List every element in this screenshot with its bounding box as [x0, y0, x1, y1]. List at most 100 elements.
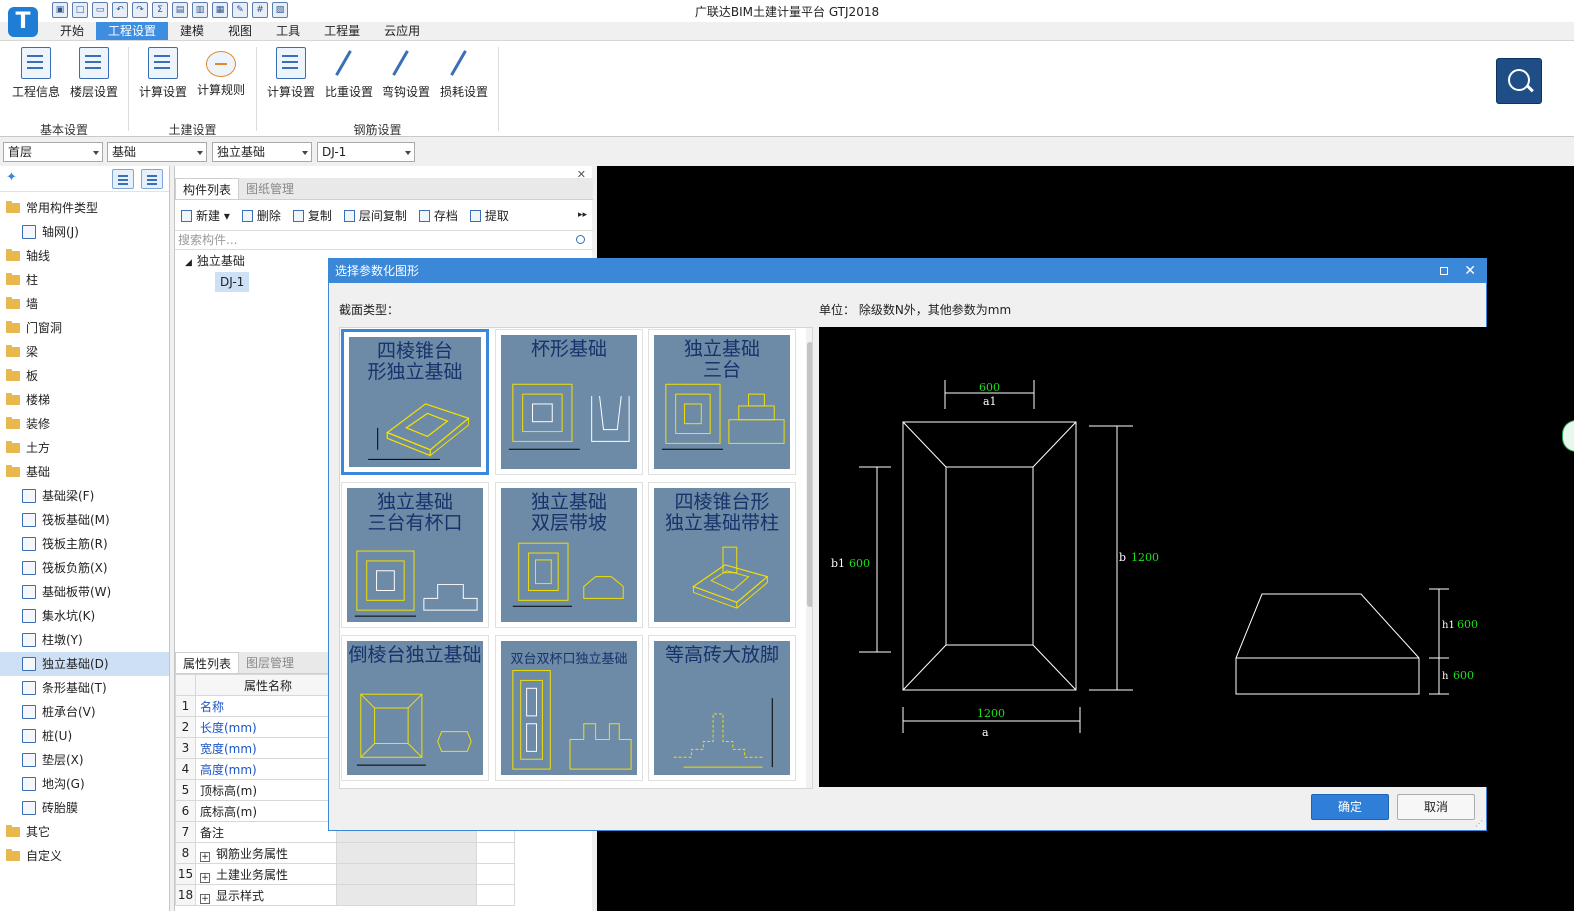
tree-view-button[interactable] [141, 169, 163, 189]
tree-item[interactable]: 筏板负筋(X) [0, 556, 169, 580]
floor-select[interactable]: 首层 [3, 142, 103, 162]
shape-tile[interactable]: 倒棱台独立基础 [341, 635, 489, 781]
scrollbar-thumb[interactable] [807, 342, 812, 607]
tree-item[interactable]: 桩(U) [0, 724, 169, 748]
property-value[interactable] [336, 842, 477, 864]
ok-button[interactable]: 确定 [1311, 794, 1389, 820]
expand-icon[interactable]: + [200, 893, 210, 904]
more-icon[interactable]: ▸▸ [578, 210, 587, 220]
property-row[interactable]: 8 + 钢筋业务属性 [175, 842, 515, 864]
tree-item[interactable]: 筏板基础(M) [0, 508, 169, 532]
calc-rules-button[interactable]: 计算规则 [193, 47, 249, 98]
expand-icon[interactable]: + [200, 851, 210, 862]
app-logo[interactable]: T [8, 7, 38, 37]
property-extra[interactable] [476, 842, 515, 864]
tab-drawing-management[interactable]: 图纸管理 [239, 178, 301, 199]
shape-tile[interactable]: 独立基础 三台 [648, 329, 796, 475]
category-select[interactable]: 基础 [107, 142, 207, 162]
property-value[interactable] [336, 884, 477, 906]
collapse-icon[interactable]: ◢ [185, 258, 192, 268]
shape-tile[interactable]: 等高砖大放脚 [648, 635, 796, 781]
tree-folder[interactable]: 轴线 [0, 244, 169, 268]
hook-settings-button[interactable]: 弯钩设置 [378, 47, 434, 100]
tree-folder[interactable]: 基础 [0, 460, 169, 484]
shape-thumbnail: 独立基础 三台 [654, 335, 790, 469]
tree-folder[interactable]: 其它 [0, 820, 169, 844]
tree-folder[interactable]: 墙 [0, 292, 169, 316]
pin-icon[interactable]: ✦ [6, 170, 17, 185]
tab-layer-management[interactable]: 图层管理 [239, 652, 301, 673]
tree-item[interactable]: 地沟(G) [0, 772, 169, 796]
shape-tile[interactable]: 独立基础 三台有杯口 [341, 482, 489, 628]
loss-settings-button[interactable]: 损耗设置 [436, 47, 492, 100]
tree-item[interactable]: 基础板带(W) [0, 580, 169, 604]
tab-modeling[interactable]: 建模 [168, 22, 216, 40]
floor-settings-button[interactable]: 楼层设置 [66, 47, 122, 100]
copy-button[interactable]: 复制 [292, 207, 332, 224]
property-row[interactable]: 15 + 土建业务属性 [175, 863, 515, 885]
tree-folder[interactable]: 柱 [0, 268, 169, 292]
property-name-header: 属性名称 [195, 674, 337, 696]
property-name: 宽度(mm) [195, 737, 337, 759]
tree-folder[interactable]: 常用构件类型 [0, 196, 169, 220]
shape-tile[interactable]: 双台双杯口独立基础 [495, 635, 643, 781]
shape-tile[interactable]: 独立基础 双层带坡 [495, 482, 643, 628]
tab-quantities[interactable]: 工程量 [312, 22, 372, 40]
component-search-input[interactable]: 搜索构件... [175, 230, 593, 250]
tab-start[interactable]: 开始 [48, 22, 96, 40]
tab-project-settings[interactable]: 工程设置 [96, 22, 169, 40]
tree-folder[interactable]: 门窗洞 [0, 316, 169, 340]
tree-folder[interactable]: 楼梯 [0, 388, 169, 412]
tree-item[interactable]: 集水坑(K) [0, 604, 169, 628]
tab-component-list[interactable]: 构件列表 [175, 178, 240, 199]
gallery-scrollbar[interactable] [806, 328, 812, 788]
tree-item[interactable]: 条形基础(T) [0, 676, 169, 700]
tree-folder[interactable]: 土方 [0, 436, 169, 460]
tree-item[interactable]: 基础梁(F) [0, 484, 169, 508]
tab-property-list[interactable]: 属性列表 [175, 652, 240, 673]
tree-folder[interactable]: 自定义 [0, 844, 169, 868]
archive-button[interactable]: 存档 [418, 207, 458, 224]
component-select[interactable]: DJ-1 [317, 142, 415, 162]
tree-item-label: 筏板基础(M) [42, 513, 110, 527]
tree-item[interactable]: 柱墩(Y) [0, 628, 169, 652]
cancel-button[interactable]: 取消 [1397, 794, 1475, 820]
resize-grip-icon[interactable]: ⋰ [1475, 819, 1483, 828]
maximize-icon[interactable] [1440, 267, 1448, 275]
tree-folder[interactable]: 装修 [0, 412, 169, 436]
extract-button[interactable]: 提取 [469, 207, 509, 224]
shape-tile[interactable]: 杯形基础 [495, 329, 643, 475]
property-extra[interactable] [476, 884, 515, 906]
property-extra[interactable] [476, 863, 515, 885]
tree-folder[interactable]: 板 [0, 364, 169, 388]
tab-view[interactable]: 视图 [216, 22, 264, 40]
delete-button[interactable]: 删除 [241, 207, 281, 224]
tab-cloud[interactable]: 云应用 [372, 22, 432, 40]
tree-item[interactable]: 独立基础(D) [0, 652, 169, 676]
tree-item-label: 地沟(G) [42, 777, 85, 791]
civil-calc-settings-button[interactable]: 计算设置 [135, 47, 191, 100]
type-select[interactable]: 独立基础 [212, 142, 312, 162]
tree-folder[interactable]: 梁 [0, 340, 169, 364]
tree-item[interactable]: 轴网(J) [0, 220, 169, 244]
property-value[interactable] [336, 863, 477, 885]
tree-item[interactable]: 垫层(X) [0, 748, 169, 772]
expand-icon[interactable]: + [200, 872, 210, 883]
project-info-button[interactable]: 工程信息 [8, 47, 64, 100]
tab-tools[interactable]: 工具 [264, 22, 312, 40]
property-row[interactable]: 18 + 显示样式 [175, 884, 515, 906]
shape-tile[interactable]: 四棱锥台形 独立基础带柱 [648, 482, 796, 628]
component-tree-leaf[interactable]: DJ-1 [215, 272, 250, 292]
component-tree-root[interactable]: ◢ 独立基础 [185, 252, 245, 269]
density-settings-button[interactable]: 比重设置 [321, 47, 377, 100]
list-view-button[interactable] [112, 169, 134, 189]
tree-item[interactable]: 桩承台(V) [0, 700, 169, 724]
copy-between-floors-button[interactable]: 层间复制 [343, 207, 407, 224]
rebar-calc-settings-button[interactable]: 计算设置 [263, 47, 319, 100]
tree-item[interactable]: 筏板主筋(R) [0, 532, 169, 556]
tree-item[interactable]: 砖胎膜 [0, 796, 169, 820]
shape-tile[interactable]: 四棱锥台 形独立基础 [341, 329, 489, 475]
search-button[interactable] [1496, 58, 1542, 104]
new-button[interactable]: 新建 ▾ [181, 207, 230, 224]
close-icon[interactable]: ✕ [1464, 259, 1476, 283]
